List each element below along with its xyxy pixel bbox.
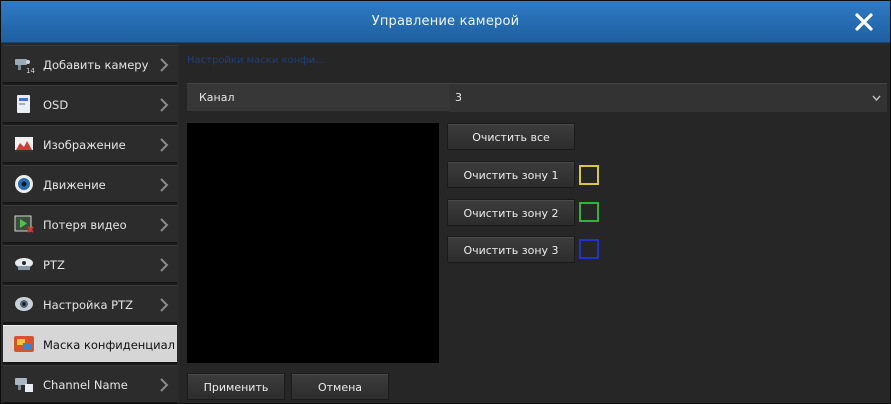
camera-management-window: Управление камерой 14 Добавить камеру OS…	[0, 0, 891, 404]
channel-label: Канал	[199, 91, 235, 104]
chevron-right-icon	[160, 218, 169, 232]
sidebar-item-label: Потеря видео	[43, 218, 127, 232]
zone-3-color-swatch	[579, 239, 599, 259]
channel-row: Канал 3	[187, 83, 887, 112]
apply-button[interactable]: Применить	[187, 373, 285, 400]
video-preview[interactable]	[187, 123, 439, 363]
sidebar-item-image[interactable]: Изображение	[3, 125, 177, 163]
sidebar-item-osd[interactable]: OSD	[3, 85, 177, 123]
title-bar: Управление камерой	[1, 1, 890, 43]
sidebar-item-label: Добавить камеру	[43, 58, 149, 72]
chevron-right-icon	[160, 178, 169, 192]
sidebar-item-label: Маска конфиденциальности	[43, 338, 175, 352]
ptz-camera-icon	[15, 258, 33, 270]
chevron-right-icon	[160, 58, 169, 72]
sidebar-item-label: Channel Name	[43, 378, 128, 392]
sidebar-item-label: OSD	[43, 98, 69, 112]
clear-zone-2-button[interactable]: Очистить зону 2	[447, 199, 575, 226]
ptz-settings-icon	[15, 297, 33, 311]
video-loss-icon	[14, 215, 34, 233]
main-panel: Настройки маски конфи... Канал 3 Очистит…	[179, 45, 890, 403]
sidebar-item-ptz-settings[interactable]: Настройка PTZ	[3, 285, 177, 323]
sidebar-item-motion[interactable]: Движение	[3, 165, 177, 203]
camera-add-icon: 14	[15, 59, 35, 74]
window-title: Управление камерой	[371, 14, 520, 29]
sidebar-item-label: PTZ	[43, 258, 65, 272]
svg-text:14: 14	[26, 67, 35, 74]
cancel-button[interactable]: Отмена	[291, 373, 389, 400]
close-icon[interactable]	[850, 8, 878, 36]
motion-icon	[15, 175, 33, 193]
channel-select[interactable]: 3	[449, 84, 887, 112]
channel-value: 3	[455, 91, 462, 104]
privacy-mask-icon	[14, 336, 34, 352]
osd-icon	[17, 95, 30, 113]
sidebar-item-label: Движение	[43, 178, 106, 192]
image-chart-icon	[15, 137, 33, 152]
chevron-right-icon	[160, 378, 169, 392]
zone-2-color-swatch	[579, 202, 599, 222]
sidebar: 14 Добавить камеру OSD Изображение Движе…	[3, 45, 177, 403]
sidebar-item-ptz[interactable]: PTZ	[3, 245, 177, 283]
sidebar-item-label: Изображение	[43, 138, 126, 152]
sidebar-item-add-camera[interactable]: 14 Добавить камеру	[3, 45, 177, 83]
chevron-right-icon	[160, 258, 169, 272]
section-title: Настройки маски конфи...	[187, 55, 325, 66]
sidebar-item-video-loss[interactable]: Потеря видео	[3, 205, 177, 243]
chevron-down-icon[interactable]	[872, 94, 881, 102]
clear-zone-1-button[interactable]: Очистить зону 1	[447, 161, 575, 188]
sidebar-item-channel-name[interactable]: Channel Name	[3, 365, 177, 403]
clear-all-button[interactable]: Очистить все	[447, 123, 575, 150]
clear-zone-3-button[interactable]: Очистить зону 3	[447, 236, 575, 263]
chevron-right-icon	[160, 298, 169, 312]
chevron-right-icon	[160, 98, 169, 112]
sidebar-item-label: Настройка PTZ	[43, 298, 134, 312]
sidebar-item-privacy-mask[interactable]: Маска конфиденциальности	[3, 325, 177, 363]
chevron-right-icon	[160, 138, 169, 152]
channel-name-icon	[15, 378, 33, 392]
zone-1-color-swatch	[579, 165, 599, 185]
